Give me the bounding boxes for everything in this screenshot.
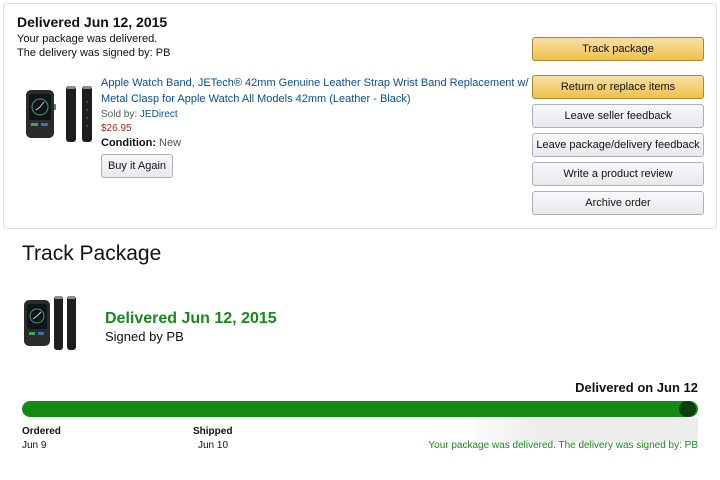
write-review-button[interactable]: Write a product review: [532, 162, 704, 186]
milestone-ordered-label: Ordered: [22, 426, 61, 437]
tracking-signed-by: Signed by PB: [105, 329, 184, 344]
sold-by: Sold by: JEDirect: [101, 109, 178, 120]
track-package-button[interactable]: Track package: [532, 37, 704, 61]
order-status-line: Your package was delivered.: [17, 33, 158, 45]
order-card: Delivered Jun 12, 2015 Your package was …: [3, 3, 717, 229]
condition-value: New: [159, 137, 182, 149]
milestone-ordered-date: Jun 9: [22, 440, 47, 451]
message-highlight: [476, 418, 698, 442]
apple-watch-band-image[interactable]: [22, 82, 100, 146]
tracking-progress-bar: [22, 401, 698, 417]
apple-watch-band-image-large: [24, 296, 76, 350]
archive-order-button[interactable]: Archive order: [532, 191, 704, 215]
track-package-heading: Track Package: [22, 242, 162, 265]
progress-end-marker: [679, 401, 696, 417]
delivery-message: Your package was delivered. The delivery…: [428, 440, 698, 451]
order-delivered-title: Delivered Jun 12, 2015: [17, 14, 168, 30]
tracking-status: Delivered Jun 12, 2015: [105, 310, 277, 327]
sold-by-label: Sold by:: [101, 109, 138, 120]
seller-link[interactable]: JEDirect: [140, 109, 178, 120]
buy-it-again-button[interactable]: Buy it Again: [101, 154, 173, 178]
product-price: $26.95: [101, 123, 132, 134]
leave-seller-feedback-button[interactable]: Leave seller feedback: [532, 104, 704, 128]
order-signed-line: The delivery was signed by: PB: [17, 47, 171, 59]
milestone-shipped-label: Shipped: [193, 426, 233, 437]
milestone-shipped-date: Jun 10: [198, 440, 229, 451]
tracking-progress-fill: [22, 401, 698, 417]
leave-delivery-feedback-button[interactable]: Leave package/delivery feedback: [532, 133, 704, 157]
product-title-link[interactable]: Apple Watch Band, JETech® 42mm Genuine L…: [101, 75, 531, 107]
return-replace-button[interactable]: Return or replace items: [532, 75, 704, 99]
condition-label: Condition:: [101, 137, 156, 149]
delivered-on-label: Delivered on Jun 12: [575, 380, 698, 395]
product-condition: Condition: New: [101, 137, 181, 149]
